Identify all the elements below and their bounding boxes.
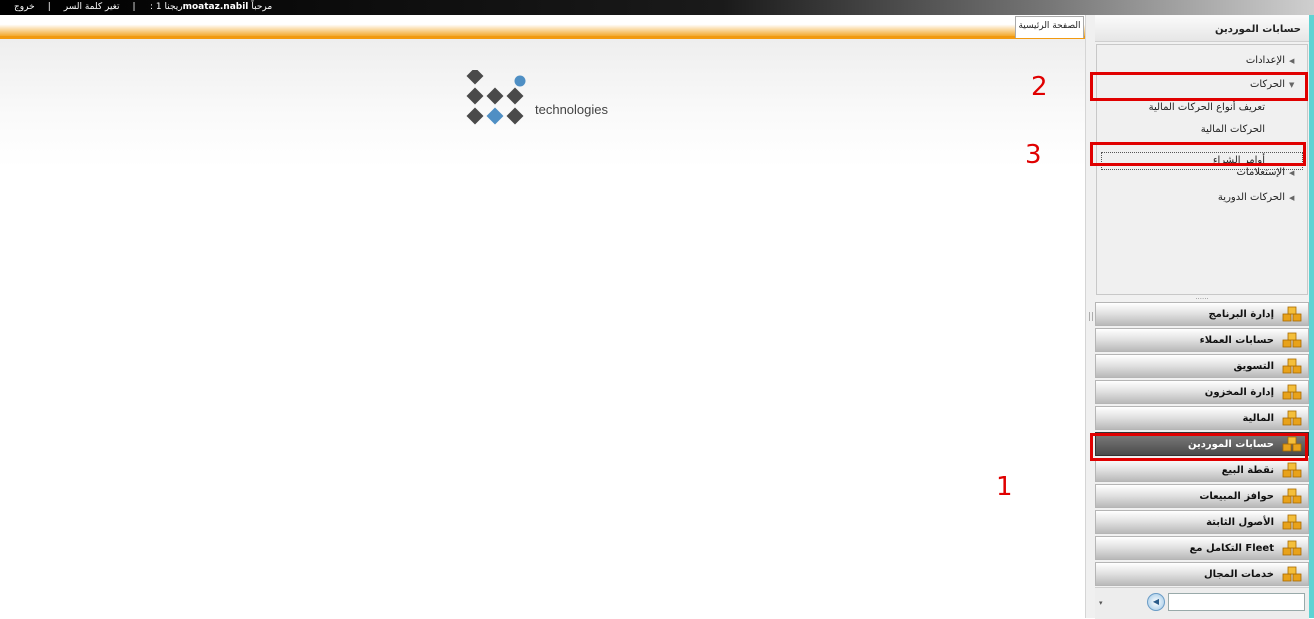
top-links: خروج | تغير كلمة السر | xyxy=(14,0,149,15)
module-icon xyxy=(1282,540,1302,556)
module-marketing[interactable]: التسويق xyxy=(1095,354,1309,378)
module-inventory[interactable]: إدارة المخزون xyxy=(1095,380,1309,404)
module-icon xyxy=(1282,410,1302,426)
back-arrow-icon[interactable]: ◀ xyxy=(1147,593,1165,611)
username: moataz.nabil xyxy=(182,2,249,12)
annotation-number-2: 2 xyxy=(1031,72,1048,102)
welcome-label: مرحباً xyxy=(251,2,273,12)
window-edge xyxy=(1309,15,1314,618)
tree-node-settings[interactable]: الإعدادات ◀ xyxy=(1246,52,1299,70)
module-point-of-sale[interactable]: نقطة البيع xyxy=(1095,458,1309,482)
splitter-grip-icon: || xyxy=(1088,312,1095,322)
annotation-number-3: 3 xyxy=(1025,140,1042,170)
module-fleet-integration[interactable]: التكامل مع Fleet xyxy=(1095,536,1309,560)
tab-home[interactable]: الصفحة الرئيسية xyxy=(1015,16,1084,38)
company-logo: technologies xyxy=(463,67,623,140)
expand-arrow-icon: ◀ xyxy=(1289,169,1295,177)
expand-arrow-icon: ◀ xyxy=(1289,57,1295,65)
module-label: حوافز المبيعات xyxy=(1199,491,1274,502)
module-icon xyxy=(1282,514,1302,530)
tree-node-queries[interactable]: الإستعلامات ◀ xyxy=(1237,164,1300,182)
module-label: التكامل مع Fleet xyxy=(1189,543,1274,554)
separator: | xyxy=(132,2,136,12)
welcome-text: : ريجنا 1moataz.nabil مرحباً xyxy=(150,0,272,15)
tree-child-financial-transactions[interactable]: الحركات المالية xyxy=(1201,121,1265,139)
module-label: إدارة المخزون xyxy=(1204,387,1274,398)
module-label: خدمات المجال xyxy=(1204,569,1274,580)
annotation-box-1 xyxy=(1090,433,1308,461)
tree-node-label: الإستعلامات xyxy=(1236,167,1286,178)
module-icon xyxy=(1282,462,1302,478)
sidebar-splitter[interactable]: ...... xyxy=(1095,294,1309,301)
module-program-management[interactable]: إدارة البرنامج xyxy=(1095,302,1309,326)
logout-link[interactable]: خروج xyxy=(14,0,35,15)
module-label: نقطة البيع xyxy=(1221,465,1274,476)
change-password-link[interactable]: تغير كلمة السر xyxy=(64,0,120,15)
module-finance[interactable]: المالية xyxy=(1095,406,1309,430)
module-icon xyxy=(1282,384,1302,400)
tree-node-label: الحركات الدورية xyxy=(1217,192,1285,203)
module-field-services[interactable]: خدمات المجال xyxy=(1095,562,1309,586)
module-label: حسابات العملاء xyxy=(1199,335,1274,346)
tab-strip: الصفحة الرئيسية xyxy=(0,15,1085,39)
module-label: إدارة البرنامج xyxy=(1208,309,1274,320)
module-icon xyxy=(1282,332,1302,348)
tree-child-define-financial-types[interactable]: تعريف أنواع الحركات المالية xyxy=(1149,99,1265,117)
module-icon xyxy=(1282,306,1302,322)
module-label: التسويق xyxy=(1233,361,1274,372)
module-label: الأصول الثابتة xyxy=(1206,517,1274,528)
module-icon xyxy=(1282,488,1302,504)
annotation-number-1: 1 xyxy=(996,472,1013,502)
module-label: المالية xyxy=(1242,413,1274,424)
top-bar: خروج | تغير كلمة السر | : ريجنا 1moataz.… xyxy=(0,0,1314,15)
logo-text: technologies xyxy=(535,102,608,117)
module-fixed-assets[interactable]: الأصول الثابتة xyxy=(1095,510,1309,534)
annotation-box-2 xyxy=(1090,72,1308,101)
overflow-dropdown-icon[interactable]: ▾ xyxy=(1099,594,1135,612)
separator: | xyxy=(47,2,51,12)
tree-node-label: الإعدادات xyxy=(1245,55,1285,66)
logo-mark-icon: technologies xyxy=(466,67,608,125)
module-sales-incentives[interactable]: حوافز المبيعات xyxy=(1095,484,1309,508)
sidebar-header: حسابات الموردين xyxy=(1095,15,1309,42)
module-customer-accounts[interactable]: حسابات العملاء xyxy=(1095,328,1309,352)
search-input[interactable] xyxy=(1168,593,1305,611)
sidebar-bottom-bar: ▾ ◀ xyxy=(1095,587,1309,619)
module-icon xyxy=(1282,566,1302,582)
branch-name: : ريجنا 1 xyxy=(150,2,183,12)
expand-arrow-icon: ◀ xyxy=(1289,194,1295,202)
tree-node-periodic-transactions[interactable]: الحركات الدورية ◀ xyxy=(1218,189,1299,207)
sidebar: حسابات الموردين الإعدادات ◀ الحركات ▼ تعري… xyxy=(1095,15,1309,619)
annotation-box-3 xyxy=(1090,142,1306,166)
module-icon xyxy=(1282,358,1302,374)
